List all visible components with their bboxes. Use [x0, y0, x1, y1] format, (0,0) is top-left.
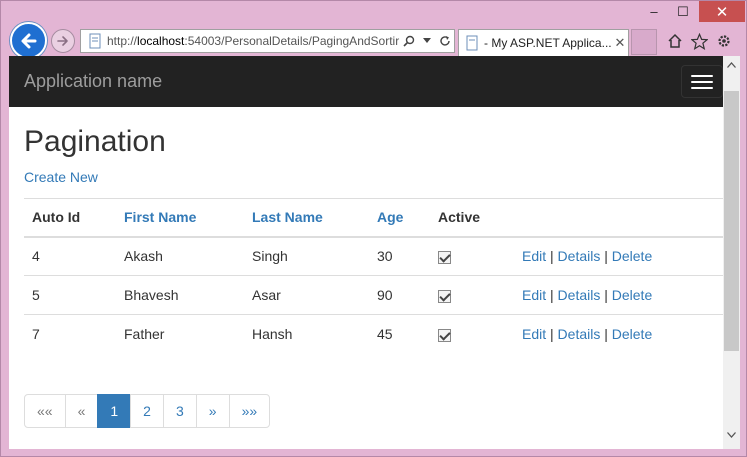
separator: |	[604, 248, 608, 265]
header-actions	[514, 199, 723, 237]
active-checkbox[interactable]	[438, 289, 451, 303]
header-last-name: Last Name	[244, 199, 369, 237]
details-link[interactable]: Details	[558, 326, 601, 342]
close-window-button[interactable]: ✕	[699, 1, 745, 22]
table-header-row: Auto Id First Name Last Name Age Active	[24, 198, 723, 237]
cell-auto-id: 7	[32, 326, 40, 343]
delete-link[interactable]: Delete	[612, 287, 652, 303]
page-link-2[interactable]: «	[64, 394, 99, 428]
details-link[interactable]: Details	[558, 287, 601, 303]
tab-title: - My ASP.NET Applica...	[484, 36, 612, 50]
cell-active	[430, 276, 514, 315]
cell-actions: Edit | Details | Delete	[514, 237, 723, 276]
table-row: 5 Bhavesh Asar 90 Edit | Details | Delete	[24, 276, 723, 315]
scroll-down-icon[interactable]	[723, 426, 740, 443]
back-button[interactable]	[10, 22, 47, 59]
create-new-link[interactable]: Create New	[24, 169, 98, 185]
sort-first-name-link[interactable]: First Name	[124, 209, 196, 225]
hamburger-icon	[691, 74, 713, 77]
close-tab-icon[interactable]: ✕	[612, 35, 628, 51]
minimize-button[interactable]: –	[639, 1, 669, 22]
page-link-7[interactable]: »»	[228, 394, 271, 428]
cell-age: 30	[377, 248, 393, 265]
page-viewport: Application name Pagination Create New A…	[9, 56, 740, 449]
edit-link[interactable]: Edit	[522, 326, 546, 342]
favorites-icon[interactable]	[689, 31, 709, 51]
tab-page-icon	[466, 35, 478, 51]
settings-icon[interactable]	[714, 31, 734, 51]
scrollbar-thumb[interactable]	[724, 91, 739, 351]
delete-link[interactable]: Delete	[612, 326, 652, 342]
maximize-button[interactable]: ☐	[669, 1, 697, 22]
cell-last-name: Hansh	[252, 326, 293, 343]
cell-actions: Edit | Details | Delete	[514, 315, 723, 354]
page-link-1[interactable]: ««	[24, 394, 66, 428]
personal-details-table: Auto Id First Name Last Name Age Active …	[24, 198, 723, 354]
cell-last-name: Singh	[252, 248, 288, 265]
vertical-scrollbar[interactable]	[723, 56, 740, 449]
page-link-4[interactable]: 2	[130, 394, 164, 428]
cell-active	[430, 237, 514, 276]
details-link[interactable]: Details	[558, 248, 601, 264]
separator: |	[550, 248, 554, 265]
sort-last-name-link[interactable]: Last Name	[252, 209, 323, 225]
sort-age-link[interactable]: Age	[377, 209, 403, 225]
cell-auto-id: 5	[32, 287, 40, 303]
active-checkbox[interactable]	[438, 251, 451, 265]
delete-link[interactable]: Delete	[612, 248, 652, 264]
dropdown-icon[interactable]	[418, 30, 436, 52]
home-icon[interactable]	[665, 31, 685, 51]
separator: |	[550, 287, 554, 303]
active-checkbox[interactable]	[438, 329, 451, 343]
browser-window: – ☐ ✕ http://localhost:54003/PersonalDet…	[0, 0, 747, 457]
header-active: Active	[438, 209, 481, 226]
table-row: 7 Father Hansh 45 Edit | Details | Delete	[24, 315, 723, 354]
edit-link[interactable]: Edit	[522, 287, 546, 303]
refresh-icon[interactable]	[436, 30, 454, 52]
search-icon[interactable]	[400, 30, 418, 52]
main-content: Pagination Create New Auto Id First Name…	[24, 107, 723, 354]
cell-first-name: Akash	[124, 248, 163, 265]
cell-auto-id: 4	[32, 248, 40, 265]
header-age: Age	[369, 199, 430, 237]
page-link-5[interactable]: 3	[162, 394, 197, 428]
separator: |	[550, 326, 554, 343]
new-tab-button[interactable]	[631, 29, 657, 55]
navbar-toggle-button[interactable]	[681, 65, 723, 98]
address-bar[interactable]: http://localhost:54003/PersonalDetails/P…	[80, 29, 455, 53]
separator: |	[604, 287, 608, 303]
table-row: 4 Akash Singh 30 Edit | Details | Delete	[24, 237, 723, 276]
edit-link[interactable]: Edit	[522, 248, 546, 264]
separator: |	[604, 326, 608, 343]
cell-age: 45	[377, 326, 393, 343]
cell-last-name: Asar	[252, 287, 281, 303]
cell-age: 90	[377, 287, 393, 303]
page-icon	[89, 33, 101, 49]
top-navbar: Application name	[9, 56, 723, 107]
cell-first-name: Bhavesh	[124, 287, 179, 303]
url-text[interactable]: http://localhost:54003/PersonalDetails/P…	[107, 34, 400, 48]
page-title: Pagination	[24, 125, 166, 158]
pagination: «« «1 2 3»»»	[24, 394, 271, 428]
brand-link[interactable]: Application name	[24, 71, 162, 92]
cell-actions: Edit | Details | Delete	[514, 276, 723, 315]
header-first-name: First Name	[116, 199, 244, 237]
cell-active	[430, 315, 514, 354]
page-link-6[interactable]: »	[195, 394, 230, 428]
forward-icon	[57, 36, 68, 46]
browser-tab[interactable]: - My ASP.NET Applica... ✕	[458, 29, 629, 56]
scroll-up-icon[interactable]	[723, 56, 740, 73]
cell-first-name: Father	[124, 326, 165, 343]
forward-button[interactable]	[51, 29, 75, 53]
header-auto-id: Auto Id	[32, 209, 81, 226]
back-icon	[21, 33, 36, 48]
page-link-3[interactable]: 1	[97, 394, 132, 428]
